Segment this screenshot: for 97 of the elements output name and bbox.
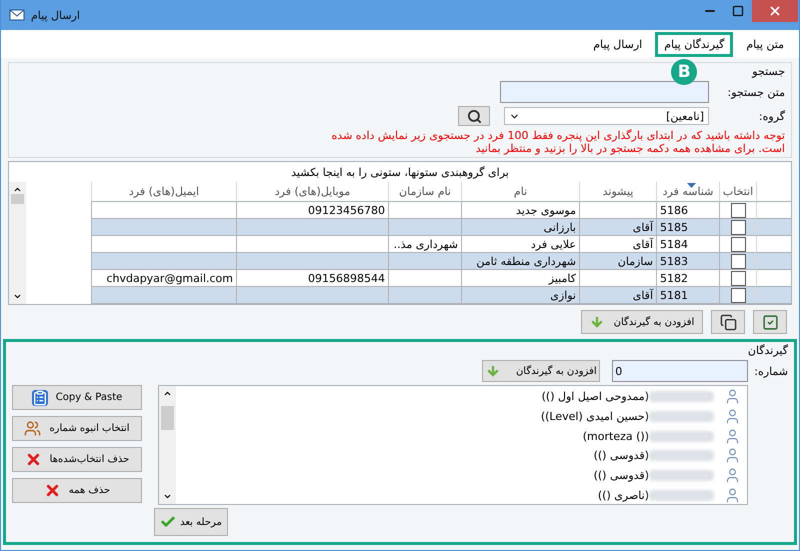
- close-button[interactable]: [752, 0, 798, 22]
- arrow-down-icon: [590, 315, 604, 329]
- table-cell: نوازی: [461, 287, 579, 304]
- add-to-recipients-button[interactable]: افزودن به گیرندگان: [482, 360, 600, 382]
- next-step-button[interactable]: مرحله بعد: [154, 508, 228, 536]
- field-label: شماره:: [754, 364, 788, 378]
- scroll-down-icon: [13, 292, 22, 301]
- column-header[interactable]: انتخاب: [719, 182, 756, 202]
- checkbox-icon: [762, 314, 778, 330]
- table-cell: موسوی جدید: [461, 202, 579, 219]
- copy-icon: [720, 314, 736, 330]
- column-header[interactable]: پیشوند: [579, 182, 656, 202]
- field-label: گروه:: [758, 110, 785, 122]
- menu-tab[interactable]: ارسال پیام: [584, 32, 652, 56]
- menu-tab[interactable]: گیرندگان پیام: [655, 32, 734, 56]
- person-icon: [724, 447, 741, 464]
- column-header[interactable]: نام: [461, 182, 579, 202]
- recipient-name[interactable]: (حسین امیدی (Level)): [540, 410, 649, 423]
- table-cell: آقای: [579, 287, 656, 304]
- table-cell: 5184: [656, 236, 719, 253]
- table-cell: شهرداری مذ..: [388, 236, 461, 253]
- table-cell: شهرداری منطقه ثامن: [461, 253, 579, 270]
- table-cell: بارزانی: [461, 219, 579, 236]
- table-cell: 5186: [656, 202, 719, 219]
- copy-button[interactable]: [711, 310, 745, 334]
- app-icon: [9, 7, 25, 23]
- recipient-name[interactable]: (morteza ()): [582, 430, 649, 443]
- table-cell: 5183: [656, 253, 719, 270]
- field-label: متن جستجو:: [726, 86, 785, 98]
- row-checkbox[interactable]: [730, 270, 746, 286]
- table-cell: کامبیز: [461, 270, 579, 287]
- recipient-name[interactable]: (قدوسی ()): [594, 449, 649, 462]
- row-checkbox[interactable]: [730, 236, 746, 252]
- group-dropdown[interactable]: [نامعین]: [504, 107, 709, 125]
- recipient-name[interactable]: (ممدوحی اصیل اول ()): [542, 390, 649, 404]
- scroll-up-icon: [163, 389, 172, 398]
- scroll-thumb[interactable]: [161, 406, 174, 430]
- side-button[interactable]: حذف انتخاب‌شده‌ها: [12, 447, 142, 472]
- table-cell: 5182: [656, 270, 719, 287]
- column-header[interactable]: شناسه فرد: [656, 182, 719, 202]
- recipient-name[interactable]: (قدوسی ()): [594, 469, 649, 482]
- scroll-up-icon: [13, 185, 22, 194]
- scroll-down-icon: [163, 492, 172, 501]
- column-header[interactable]: موبایل(های) فرد: [236, 182, 388, 202]
- number-field[interactable]: 0: [612, 360, 748, 382]
- add-to-recipients-button[interactable]: افزودن به گیرندگان: [581, 310, 703, 334]
- row-checkbox[interactable]: [730, 288, 746, 302]
- recipient-name[interactable]: (ناصری ()): [598, 488, 649, 502]
- table-cell: آقای: [579, 236, 656, 253]
- group-legend: گیرندگان: [748, 344, 788, 357]
- arrow-down-icon: [486, 364, 500, 378]
- menu-tab[interactable]: متن پیام: [737, 32, 793, 56]
- table-cell: 5185: [656, 219, 719, 236]
- group-legend: جستجو: [752, 65, 785, 78]
- warning-note: توجه داشته باشید که در ابتدای بارگذاری این پنجره فقط 100 فرد در جستجوی زیر نمایش داده شده است. برای مشاهده همه دکمه جستجو در بالا را بزنید و منتظر بمانید: [330, 129, 785, 155]
- table-cell: 09156898544: [236, 270, 388, 287]
- side-button[interactable]: انتخاب انبوه شماره: [12, 416, 142, 441]
- search-button[interactable]: [458, 106, 490, 126]
- side-button[interactable]: Copy & Paste: [12, 385, 142, 410]
- person-icon: [724, 486, 741, 504]
- table-cell: chvdapyar@gmail.com: [91, 270, 236, 287]
- table-cell: آقای: [579, 219, 656, 236]
- side-button[interactable]: حذف همه: [12, 478, 142, 503]
- window-title: ارسال پیام: [31, 8, 80, 22]
- delete-icon: [24, 451, 42, 468]
- row-checkbox[interactable]: [730, 254, 746, 268]
- people-icon: [24, 420, 42, 437]
- clipboard-icon: [32, 390, 48, 406]
- row-checkbox[interactable]: [730, 220, 746, 234]
- blurred-number: [649, 490, 714, 501]
- table-cell: علایی فرد: [461, 236, 579, 253]
- maximize-icon: [732, 5, 744, 17]
- search-field[interactable]: [500, 81, 709, 103]
- row-checkbox[interactable]: [730, 202, 746, 218]
- blurred-number: [649, 430, 714, 442]
- scrollbar[interactable]: [159, 386, 176, 504]
- scroll-thumb[interactable]: [11, 194, 24, 204]
- table-cell: 5181: [656, 287, 719, 304]
- group-panel-hint: برای گروهبندی ستونها، ستونی را به اینجا بکشید: [291, 165, 509, 181]
- close-icon: [768, 4, 782, 18]
- person-icon: [724, 467, 741, 484]
- column-header[interactable]: نام سازمان: [388, 182, 461, 202]
- blurred-number: [649, 450, 714, 462]
- column-header[interactable]: ایمیل(های) فرد: [91, 182, 236, 202]
- person-icon: [724, 408, 741, 425]
- delete-icon: [44, 482, 61, 499]
- table-cell: 09123456780: [236, 202, 388, 219]
- blurred-number: [649, 470, 714, 482]
- annotation-badge: B: [671, 58, 698, 84]
- person-icon: [724, 428, 741, 445]
- search-icon: [466, 108, 482, 124]
- table-cell: سازمان: [579, 253, 656, 270]
- blurred-number: [649, 391, 714, 402]
- blurred-number: [649, 411, 714, 422]
- person-icon: [724, 388, 741, 406]
- select-all-button[interactable]: [753, 310, 787, 334]
- scrollbar[interactable]: [9, 182, 26, 304]
